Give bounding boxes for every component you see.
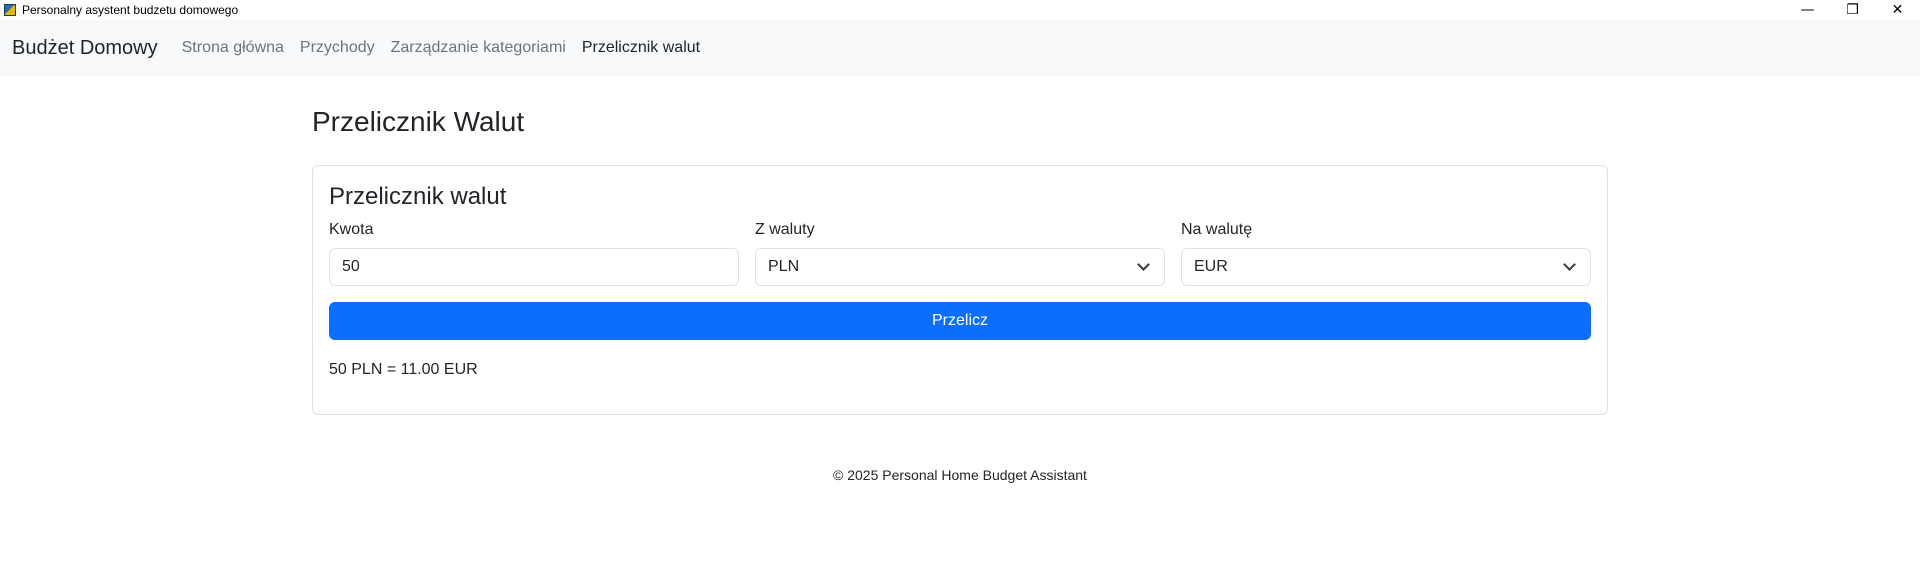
close-icon[interactable]: ✕ [1875,0,1920,20]
navbar-brand[interactable]: Budżet Domowy [12,37,158,60]
from-currency-value: PLN [768,258,800,275]
chevron-down-icon [1563,258,1576,271]
to-currency-select[interactable]: EUR [1181,248,1591,286]
amount-input[interactable] [329,248,739,286]
minimize-icon[interactable]: — [1785,0,1830,20]
nav-link-income[interactable]: Przychody [300,39,375,57]
to-currency-column: Na walutę EUR [1181,220,1591,286]
nav-link-categories[interactable]: Zarządzanie kategoriami [391,39,566,57]
converter-card: Przelicznik walut Kwota Z waluty PLN Na … [312,165,1608,415]
main-content: Przelicznik Walut Przelicznik walut Kwot… [312,102,1608,483]
converter-form-row: Kwota Z waluty PLN Na walutę EUR [329,220,1591,286]
window-titlebar: Personalny asystent budzetu domowego — ❐… [0,0,1920,20]
footer: © 2025 Personal Home Budget Assistant [833,467,1087,483]
to-currency-label: Na walutę [1181,221,1253,238]
window-controls: — ❐ ✕ [1785,0,1920,20]
navbar: Budżet Domowy Strona główna Przychody Za… [0,20,1920,76]
window-title: Personalny asystent budzetu domowego [22,3,239,17]
amount-column: Kwota [329,220,739,286]
to-currency-value: EUR [1194,258,1228,275]
amount-label: Kwota [329,221,374,238]
from-currency-select[interactable]: PLN [755,248,1165,286]
conversion-result: 50 PLN = 11.00 EUR [329,361,478,378]
convert-button[interactable]: Przelicz [329,302,1591,340]
restore-icon[interactable]: ❐ [1830,0,1875,20]
card-title: Przelicznik walut [329,183,507,210]
page-title: Przelicznik Walut [312,106,525,137]
chevron-down-icon [1137,258,1150,271]
nav-link-currency-converter[interactable]: Przelicznik walut [582,39,700,57]
from-currency-column: Z waluty PLN [755,220,1165,286]
app-icon [4,4,16,16]
nav-link-home[interactable]: Strona główna [182,39,284,57]
from-currency-label: Z waluty [755,221,815,238]
